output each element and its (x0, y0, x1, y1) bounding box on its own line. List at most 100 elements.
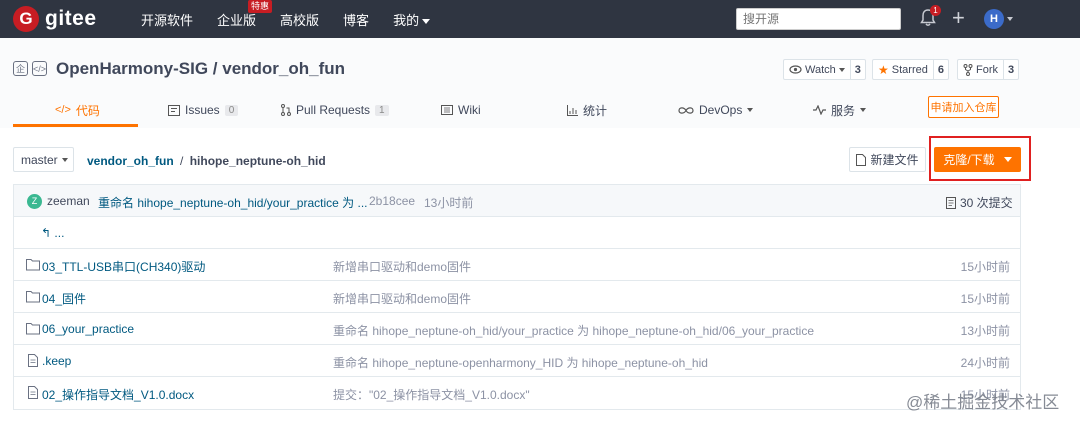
nav-link-enterprise-label: 企业版 (217, 12, 257, 28)
fork-button[interactable]: Fork (957, 59, 1004, 80)
clone-download-button[interactable]: 克隆/下载 (934, 147, 1021, 172)
tab-code-label: 代码 (75, 103, 100, 118)
file-commit-message[interactable]: 新增串口驱动和demo固件 (333, 290, 471, 307)
parent-directory-label: ... (54, 226, 65, 240)
join-repo-button[interactable]: 申请加入仓库 (928, 96, 999, 118)
code-bracket-icon: </> (32, 61, 47, 76)
nav-links: 开源软件 企业版 特惠 高校版 博客 我的 (141, 0, 454, 38)
tab-pull-requests[interactable]: Pull Requests 1 (281, 94, 389, 126)
gitee-logo-icon: G (13, 6, 39, 32)
new-file-label: 新建文件 (870, 153, 919, 167)
top-navbar: G gitee 开源软件 企业版特惠 高校版 博客 我的 1 + H (0, 0, 1080, 38)
file-commit-message[interactable]: 新增串口驱动和demo固件 (333, 258, 471, 275)
file-commit-message[interactable]: 提交："02_操作指导文档_V1.0.docx" (333, 386, 530, 403)
tab-service-label: 服务 (831, 103, 856, 118)
search-input[interactable] (736, 8, 901, 30)
table-row[interactable]: 04_固件 新增串口驱动和demo固件 15小时前 (14, 281, 1020, 313)
clone-chevron-down-icon (1003, 157, 1012, 162)
branch-select[interactable]: master (13, 147, 74, 172)
star-label: Starred (891, 63, 928, 76)
new-file-icon (856, 153, 867, 166)
table-row[interactable]: .keep 重命名 hihope_neptune-openharmony_HID… (14, 345, 1020, 377)
gitee-logo[interactable]: G gitee (13, 6, 97, 32)
table-row[interactable]: 06_your_practice 重命名 hihope_neptune-oh_h… (14, 313, 1020, 345)
table-row[interactable]: 02_操作指导文档_V1.0.docx 提交："02_操作指导文档_V1.0.d… (14, 377, 1020, 409)
watch-button[interactable]: Watch (783, 59, 851, 80)
plus-icon[interactable]: + (952, 6, 965, 30)
file-commit-message[interactable]: 重命名 hihope_neptune-openharmony_HID 为 hih… (333, 354, 708, 371)
tab-issues[interactable]: Issues 0 (168, 94, 239, 126)
clone-download-label: 克隆/下载 (943, 153, 995, 167)
notification-badge: 1 (930, 5, 941, 16)
watermark: @稀土掘金技术社区 (906, 393, 1060, 412)
tab-devops[interactable]: DevOps (678, 94, 754, 126)
breadcrumb: vendor_oh_fun / hihope_neptune-oh_hid (87, 154, 326, 168)
stats-icon (567, 104, 578, 116)
parent-directory-link[interactable]: ↰ ... (41, 226, 64, 240)
breadcrumb-repo-link[interactable]: vendor_oh_fun (87, 154, 174, 168)
star-button[interactable]: ★ Starred (872, 59, 934, 80)
fork-icon (963, 63, 973, 76)
commit-author-avatar[interactable]: Z (27, 194, 42, 209)
file-name[interactable]: .keep (42, 354, 71, 368)
watch-counter: Watch 3 (783, 59, 866, 80)
active-tab-indicator (13, 124, 138, 127)
repo-header (0, 38, 1080, 128)
folder-icon (26, 259, 40, 271)
folder-icon (26, 323, 40, 335)
star-count[interactable]: 6 (933, 59, 949, 80)
user-avatar[interactable]: H (984, 9, 1004, 29)
branch-name: master (21, 152, 58, 167)
nav-link-blog[interactable]: 博客 (343, 10, 369, 29)
pull-request-icon (281, 104, 291, 116)
tab-stats-label: 统计 (583, 103, 608, 118)
tab-issues-label: Issues (185, 103, 220, 117)
breadcrumb-separator: / (180, 154, 184, 168)
enterprise-icon: 企 (13, 61, 28, 76)
folder-icon (26, 291, 40, 303)
fork-counter: Fork 3 (957, 59, 1020, 80)
star-icon: ★ (878, 62, 889, 77)
hot-badge: 特惠 (248, 0, 273, 13)
new-file-button[interactable]: 新建文件 (849, 147, 926, 172)
tab-service[interactable]: 服务 (813, 94, 867, 126)
nav-link-mine[interactable]: 我的 (393, 10, 431, 29)
tab-code[interactable]: </> 代码 (55, 94, 100, 126)
fork-label: Fork (976, 63, 998, 76)
file-time: 15小时前 (960, 260, 1010, 274)
file-time: 15小时前 (960, 292, 1010, 306)
nav-link-enterprise[interactable]: 企业版 特惠 (217, 0, 273, 29)
watch-label: Watch (805, 63, 836, 76)
code-icon: </> (55, 104, 71, 116)
breadcrumb-current-folder: hihope_neptune-oh_hid (189, 154, 326, 168)
eye-icon (789, 65, 802, 74)
file-icon (28, 386, 38, 399)
watch-chevron-down-icon (838, 67, 845, 72)
file-name[interactable]: 04_固件 (42, 290, 86, 307)
tab-stats[interactable]: 统计 (567, 94, 607, 126)
star-counter: ★ Starred 6 (872, 59, 949, 80)
tab-wiki-label: Wiki (458, 103, 481, 117)
parent-directory-row[interactable]: ↰ ... (14, 217, 1020, 249)
repo-title[interactable]: OpenHarmony-SIG / vendor_oh_fun (56, 59, 345, 79)
file-time: 13小时前 (960, 324, 1010, 338)
brand-name: gitee (45, 7, 97, 30)
commit-count-link[interactable]: 30 次提交 (946, 194, 1013, 211)
repo-type-icons: 企 </> (13, 61, 47, 76)
issues-count: 0 (224, 104, 239, 116)
nav-link-education[interactable]: 高校版 (280, 10, 319, 29)
file-name[interactable]: 02_操作指导文档_V1.0.docx (42, 386, 194, 403)
file-commit-message[interactable]: 重命名 hihope_neptune-oh_hid/your_practice … (333, 322, 814, 339)
tab-pull-requests-label: Pull Requests (296, 103, 371, 117)
nav-link-open-source[interactable]: 开源软件 (141, 10, 193, 29)
commit-author[interactable]: zeeman (47, 194, 90, 208)
commit-sha[interactable]: 2b18cee (369, 194, 415, 208)
file-name[interactable]: 06_your_practice (42, 322, 134, 336)
avatar-chevron-down-icon[interactable] (1007, 17, 1013, 21)
file-name[interactable]: 03_TTL-USB串口(CH340)驱动 (42, 258, 205, 275)
tab-wiki[interactable]: Wiki (441, 94, 481, 126)
table-row[interactable]: 03_TTL-USB串口(CH340)驱动 新增串口驱动和demo固件 15小时… (14, 249, 1020, 281)
watch-count[interactable]: 3 (850, 59, 866, 80)
fork-count[interactable]: 3 (1004, 59, 1020, 80)
commit-message[interactable]: 重命名 hihope_neptune-oh_hid/your_practice … (98, 194, 368, 211)
